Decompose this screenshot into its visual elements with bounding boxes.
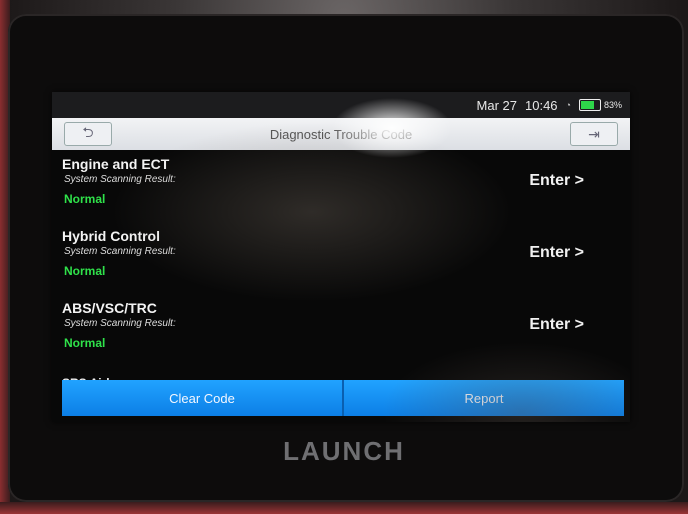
- brand-logo: LAUNCH: [283, 436, 405, 466]
- status-bar: Mar 27 10:46 ◔ 83%: [52, 92, 630, 118]
- exit-icon: ⇥: [588, 125, 600, 142]
- clear-code-button[interactable]: Clear Code: [62, 380, 342, 416]
- device-screen: Mar 27 10:46 ◔ 83% ⮌ Diagnostic Trouble …: [52, 92, 630, 422]
- title-bar: ⮌ Diagnostic Trouble Code ⇥: [52, 118, 630, 150]
- enter-button[interactable]: Enter >: [529, 244, 584, 262]
- enter-button[interactable]: Enter >: [529, 172, 584, 190]
- exit-button[interactable]: ⇥: [570, 122, 618, 146]
- back-button[interactable]: ⮌: [64, 122, 112, 146]
- system-name: Engine and ECT: [62, 156, 170, 172]
- enter-button[interactable]: Enter >: [529, 316, 584, 334]
- report-button[interactable]: Report: [342, 380, 624, 416]
- scan-result-label: System Scanning Result:: [64, 318, 176, 329]
- status-date: Mar 27: [476, 97, 517, 113]
- system-name: Hybrid Control: [62, 228, 160, 244]
- system-name: ABS/VSC/TRC: [62, 300, 157, 316]
- photo-edge-bottom: [0, 502, 688, 514]
- scan-result-label: System Scanning Result:: [64, 174, 176, 185]
- list-item: ABS/VSC/TRC System Scanning Result: Norm…: [52, 294, 630, 366]
- system-list: Engine and ECT System Scanning Result: N…: [52, 150, 630, 384]
- scan-status: Normal: [64, 336, 106, 350]
- scan-result-label: System Scanning Result:: [64, 246, 176, 257]
- page-title: Diagnostic Trouble Code: [269, 126, 413, 142]
- list-item: Engine and ECT System Scanning Result: N…: [52, 150, 630, 222]
- wifi-icon: ◔: [565, 100, 571, 110]
- battery-percent: 83%: [603, 100, 622, 110]
- battery-icon: [578, 99, 601, 111]
- scan-status: Normal: [64, 264, 106, 278]
- battery-indicator: 83%: [578, 99, 622, 111]
- back-arrow-icon: ⮌: [82, 124, 94, 140]
- status-time: 10:46: [525, 97, 558, 113]
- bottom-action-bar: Clear Code Report: [62, 380, 624, 416]
- scan-status: Normal: [64, 192, 106, 206]
- list-item: Hybrid Control System Scanning Result: N…: [52, 222, 630, 294]
